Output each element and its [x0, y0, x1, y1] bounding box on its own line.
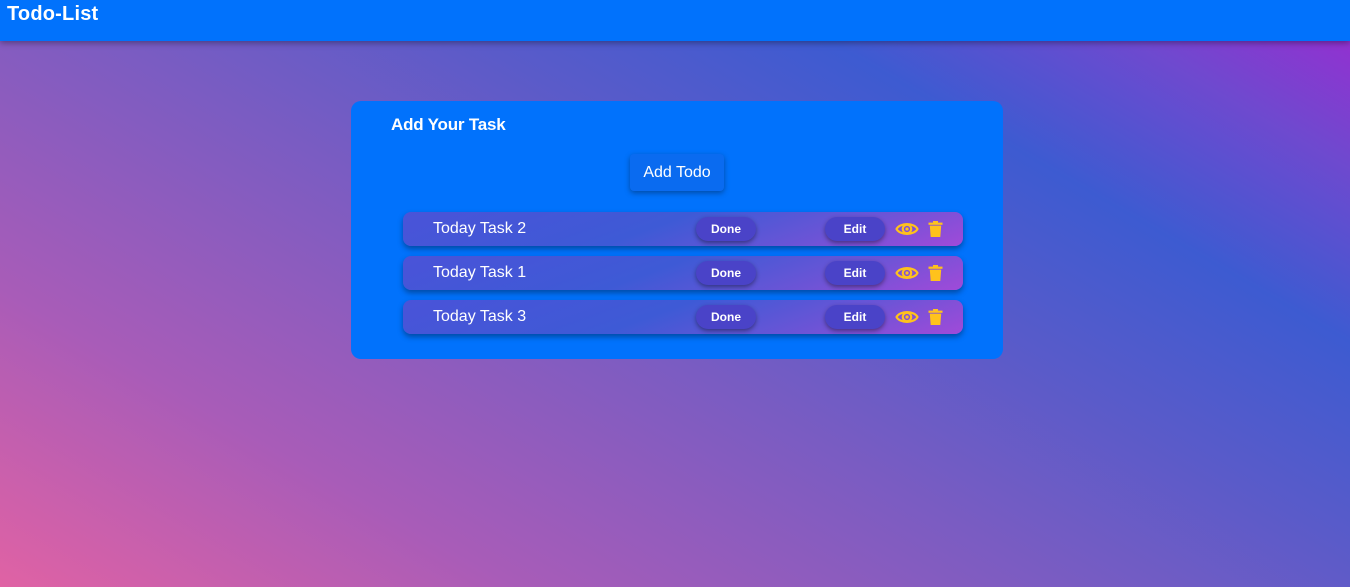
todo-card: Add Your Task Add Todo Today Task 2 Done…	[351, 101, 1003, 359]
eye-icon[interactable]	[895, 307, 919, 327]
trash-icon[interactable]	[928, 309, 943, 325]
edit-button[interactable]: Edit	[825, 261, 885, 285]
edit-button[interactable]: Edit	[825, 305, 885, 329]
trash-icon[interactable]	[928, 221, 943, 237]
task-text: Today Task 2	[433, 220, 527, 237]
task-text: Today Task 3	[433, 308, 527, 325]
add-todo-button[interactable]: Add Todo	[630, 154, 724, 191]
eye-icon[interactable]	[895, 219, 919, 239]
card-heading: Add Your Task	[391, 115, 506, 134]
task-item: Today Task 2 Done Edit	[403, 212, 963, 246]
edit-button[interactable]: Edit	[825, 217, 885, 241]
task-list: Today Task 2 Done Edit Today Task 1 Done…	[403, 212, 963, 344]
top-navbar: Todo-List	[0, 0, 1350, 41]
done-button[interactable]: Done	[696, 261, 756, 285]
eye-icon[interactable]	[895, 263, 919, 283]
task-text: Today Task 1	[433, 264, 527, 281]
task-item: Today Task 1 Done Edit	[403, 256, 963, 290]
task-item: Today Task 3 Done Edit	[403, 300, 963, 334]
app-title: Todo-List	[7, 3, 99, 25]
trash-icon[interactable]	[928, 265, 943, 281]
done-button[interactable]: Done	[696, 217, 756, 241]
done-button[interactable]: Done	[696, 305, 756, 329]
